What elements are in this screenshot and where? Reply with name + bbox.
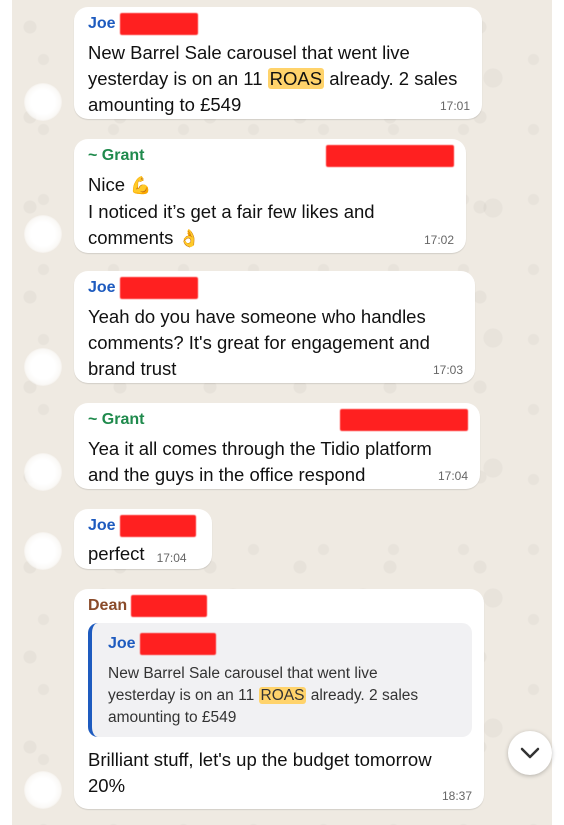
quoted-text: New Barrel Sale carousel that went live … <box>108 665 419 726</box>
timestamp: 17:02 <box>423 233 454 247</box>
redacted-name <box>119 277 198 299</box>
timestamp: 17:04 <box>156 551 187 565</box>
message-bubble[interactable]: Joe perfect 17:04 <box>74 509 212 569</box>
avatar[interactable] <box>24 453 62 491</box>
message-text: Brilliant stuff, let's up the budget tom… <box>88 749 432 796</box>
timestamp: 17:01 <box>439 99 470 113</box>
sender-name: Joe <box>88 277 463 299</box>
message-text: Nice 💪 I noticed it’s get a fair few lik… <box>88 172 454 252</box>
ok-hand-icon: 👌 <box>178 229 200 248</box>
highlight: ROAS <box>258 687 307 704</box>
quoted-sender-name: Joe <box>108 633 460 655</box>
scroll-to-bottom-button[interactable] <box>508 731 552 775</box>
sender-name: Dean <box>88 595 472 617</box>
redacted-phone <box>340 409 468 431</box>
chat-background: Joe New Barrel Sale carousel that went l… <box>12 0 552 825</box>
avatar[interactable] <box>24 532 62 570</box>
timestamp: 17:04 <box>437 469 468 483</box>
timestamp: 18:37 <box>441 789 472 803</box>
avatar[interactable] <box>24 348 62 386</box>
sender-name: ~ Grant <box>88 409 468 431</box>
message-bubble[interactable]: Joe Yeah do you have someone who handles… <box>74 271 475 383</box>
message-bubble[interactable]: Joe New Barrel Sale carousel that went l… <box>74 7 482 119</box>
message-text: New Barrel Sale carousel that went live … <box>88 42 458 115</box>
message-bubble[interactable]: Dean Joe New Barrel Sale carousel that w… <box>74 589 484 809</box>
avatar[interactable] <box>24 215 62 253</box>
message-bubble[interactable]: ~ Grant Yea it all comes through the Tid… <box>74 403 480 489</box>
highlight: ROAS <box>267 68 325 89</box>
message-text: Yeah do you have someone who handles com… <box>88 306 430 379</box>
message-text: Yea it all comes through the Tidio platf… <box>88 438 432 485</box>
redacted-name <box>131 595 208 617</box>
flexed-biceps-icon: 💪 <box>130 176 152 195</box>
timestamp: 17:03 <box>432 363 463 377</box>
redacted-name <box>119 515 196 537</box>
chevron-down-icon <box>520 747 540 759</box>
avatar[interactable] <box>24 83 62 121</box>
sender-name: ~ Grant <box>88 145 454 167</box>
quoted-message[interactable]: Joe New Barrel Sale carousel that went l… <box>88 623 472 737</box>
redacted-phone <box>326 145 454 167</box>
message-bubble[interactable]: ~ Grant Nice 💪 I noticed it’s get a fair… <box>74 139 466 253</box>
sender-name: Joe <box>88 13 470 35</box>
sender-name: Joe <box>88 515 200 537</box>
avatar[interactable] <box>24 771 62 809</box>
message-text: perfect <box>88 543 145 564</box>
redacted-name <box>119 13 198 35</box>
redacted-name <box>139 633 216 655</box>
